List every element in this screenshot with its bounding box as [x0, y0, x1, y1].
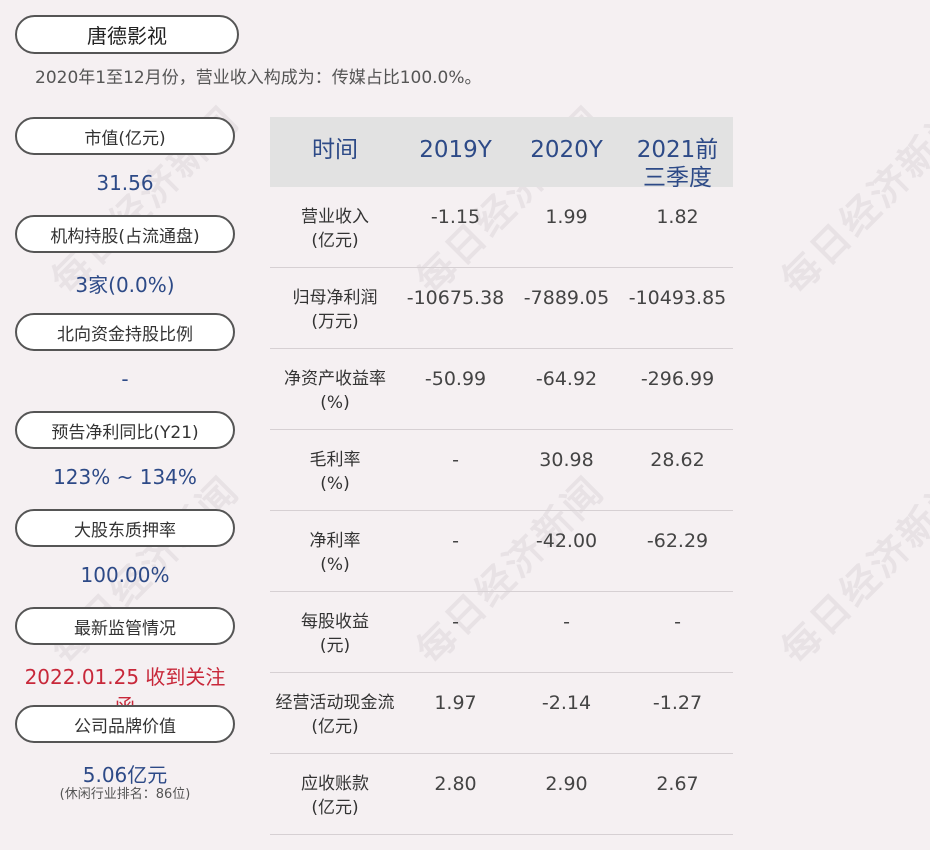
metric-label-regulatory-status: 最新监管情况 [15, 607, 235, 645]
row-label: 经营活动现金流 (亿元) [275, 693, 395, 737]
metric-value-market-cap: 31.56 [96, 171, 154, 195]
revenue-summary: 2020年1至12月份，营业收入构成为：传媒占比100.0%。 [35, 68, 482, 88]
row-label: 应收账款 (亿元) [301, 774, 369, 818]
metric-value-pledge-ratio: 100.00% [80, 563, 170, 587]
metric-label-market-cap: 市值(亿元) [15, 117, 235, 155]
row-value: -7889.05 [523, 287, 610, 309]
metric-label-profit-forecast: 预告净利同比(Y21) [15, 411, 235, 449]
metric-value-institutional-holdings: 3家(0.0%) [75, 273, 175, 297]
row-label: 毛利率 (%) [309, 450, 361, 494]
row-value: 1.82 [656, 206, 699, 228]
company-name: 唐德影视 [15, 15, 239, 54]
row-value: -10675.38 [406, 287, 505, 309]
row-value: - [563, 611, 570, 633]
row-value: -10493.85 [628, 287, 727, 309]
row-value: - [452, 449, 459, 471]
row-value: - [674, 611, 681, 633]
row-value: - [452, 611, 459, 633]
watermark: 每日经济新闻 [772, 467, 930, 673]
table-row: 净利率 (%) - -42.00 -62.29 [270, 511, 733, 592]
row-value: 2.80 [434, 773, 477, 795]
table-row: 每股收益 (元) - - - [270, 592, 733, 673]
row-value: -296.99 [640, 368, 715, 390]
header-2019y: 2019Y [419, 137, 492, 163]
table-row: 毛利率 (%) - 30.98 28.62 [270, 430, 733, 511]
metric-value-profit-forecast: 123% ~ 134% [53, 465, 197, 489]
row-value: -50.99 [424, 368, 487, 390]
table-row: 营业收入 (亿元) -1.15 1.99 1.82 [270, 187, 733, 268]
table-row: 归母净利润 (万元) -10675.38 -7889.05 -10493.85 [270, 268, 733, 349]
row-value: -62.29 [646, 530, 709, 552]
header-time: 时间 [312, 137, 358, 163]
row-value: -2.14 [541, 692, 592, 714]
financial-table: 时间 2019Y 2020Y 2021前三季度 营业收入 (亿元) -1.15 1.… [270, 117, 733, 835]
row-value: -42.00 [535, 530, 598, 552]
table-row: 净资产收益率 (%) -50.99 -64.92 -296.99 [270, 349, 733, 430]
row-label: 每股收益 (元) [301, 612, 369, 656]
row-label: 净资产收益率 (%) [284, 369, 386, 413]
row-value: - [452, 530, 459, 552]
watermark: 每日经济新闻 [772, 97, 930, 303]
row-value: -64.92 [535, 368, 598, 390]
metric-value-northbound-ratio: - [121, 367, 129, 391]
metric-label-pledge-ratio: 大股东质押率 [15, 509, 235, 547]
row-value: 1.99 [545, 206, 588, 228]
header-2021q3: 2021前三季度 [636, 137, 719, 191]
table-header: 时间 2019Y 2020Y 2021前三季度 [270, 117, 733, 191]
row-value: -1.15 [430, 206, 481, 228]
metric-note-brand-rank: (休闲行业排名：86位) [59, 787, 191, 802]
metric-label-institutional-holdings: 机构持股(占流通盘) [15, 215, 235, 253]
row-label: 净利率 (%) [309, 531, 361, 575]
row-value: 1.97 [434, 692, 477, 714]
metric-label-northbound-ratio: 北向资金持股比例 [15, 313, 235, 351]
row-value: 2.90 [545, 773, 588, 795]
row-value: 30.98 [539, 449, 594, 471]
table-row: 应收账款 (亿元) 2.80 2.90 2.67 [270, 754, 733, 835]
header-2020y: 2020Y [530, 137, 603, 163]
metric-label-brand-value: 公司品牌价值 [15, 705, 235, 743]
row-label: 归母净利润 (万元) [292, 288, 378, 332]
row-value: 28.62 [650, 449, 705, 471]
row-label: 营业收入 (亿元) [301, 207, 369, 251]
table-row: 经营活动现金流 (亿元) 1.97 -2.14 -1.27 [270, 673, 733, 754]
table-body: 营业收入 (亿元) -1.15 1.99 1.82 归母净利润 (万元) -10675.3… [270, 187, 733, 835]
row-value: 2.67 [656, 773, 699, 795]
row-value: -1.27 [652, 692, 703, 714]
